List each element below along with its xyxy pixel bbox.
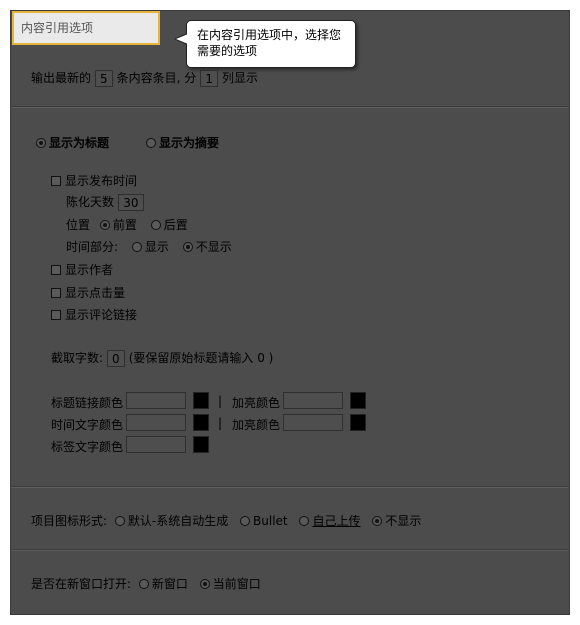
checkbox-icon [51,287,61,298]
highlight-color-swatch-2[interactable] [350,414,366,431]
radio-time-hide[interactable]: 不显示 [182,240,232,254]
highlight-color-input[interactable] [283,392,343,409]
time-show-label: 显示 [144,240,169,254]
checkbox-show-comments[interactable]: 显示评论链接 [51,306,137,323]
checkbox-icon [51,264,61,275]
divider [11,486,568,488]
tab-content-reference-options[interactable]: 内容引用选项 [12,11,160,45]
show-publish-time-label: 显示发布时间 [65,174,138,188]
radio-unselected-icon [240,515,251,526]
separator: | [218,416,223,430]
time-hide-label: 不显示 [195,240,232,254]
current-window-option-label: 当前窗口 [212,577,261,591]
radio-time-show[interactable]: 显示 [131,240,169,254]
icon-style-label: 项目图标形式: [31,514,108,528]
tag-text-color-label: 标签文字颜色 [51,440,124,454]
radio-selected-icon [99,219,110,230]
highlight-color-label: 加亮颜色 [232,396,281,410]
time-part-label: 时间部分: [66,240,119,254]
radio-selected-icon [36,137,46,148]
radio-display-title[interactable]: 显示为标题 [36,134,109,151]
radio-display-summary[interactable]: 显示为摘要 [146,134,219,151]
icon-none-label: 不显示 [385,514,422,528]
time-text-color-swatch[interactable] [193,414,209,431]
radio-selected-icon [182,241,193,252]
divider [11,549,568,551]
highlight-color-swatch[interactable] [350,392,366,409]
truncate-input[interactable]: 0 [106,350,125,367]
radio-icon-upload[interactable]: 自己上传 [299,514,360,528]
radio-unselected-icon [146,137,156,148]
radio-selected-icon [372,515,383,526]
item-count-input[interactable]: 5 [94,70,113,87]
radio-icon-default[interactable]: 默认-系统自动生成 [114,514,229,528]
highlight-color-label-2: 加亮颜色 [232,418,281,432]
divider [11,106,568,108]
output-prefix: 输出最新的 [31,71,92,85]
truncate-row: 截取字数: 0 (要保留原始标题请输入 0 ) [51,349,273,367]
output-row: 输出最新的 5 条内容条目, 分 1 列显示 [31,69,258,87]
radio-new-window[interactable]: 新窗口 [138,577,188,591]
highlight-color-input-2[interactable] [283,414,343,431]
tab-label: 内容引用选项 [21,21,94,35]
help-tooltip: 在内容引用选项中，选择您 需要的选项 [174,20,356,68]
radio-position-front[interactable]: 前置 [99,218,137,232]
position-front-label: 前置 [112,218,137,232]
title-link-color-input[interactable] [126,392,186,409]
separator: | [218,394,223,408]
aging-days-input[interactable]: 30 [117,194,144,211]
checkbox-show-clicks[interactable]: 显示点击量 [51,284,125,301]
checkbox-icon [51,309,61,320]
position-label: 位置 [66,218,91,232]
radio-unselected-icon [114,515,125,526]
radio-current-window[interactable]: 当前窗口 [199,577,261,591]
new-window-label: 是否在新窗口打开: [31,577,132,591]
radio-unselected-icon [299,515,310,526]
tag-text-color-swatch[interactable] [193,436,209,453]
new-window-option-label: 新窗口 [151,577,188,591]
title-link-color-swatch[interactable] [193,392,209,409]
checkbox-show-author[interactable]: 显示作者 [51,261,113,278]
radio-unselected-icon [138,578,149,589]
display-title-label: 显示为标题 [49,136,110,150]
icon-style-row: 项目图标形式: 默认-系统自动生成 Bullet 自己上传 不显示 [31,512,421,529]
checkbox-show-publish-time[interactable]: 显示发布时间 [51,172,137,189]
aging-days-row: 陈化天数 30 [66,193,144,211]
radio-icon-bullet[interactable]: Bullet [240,514,288,528]
new-window-row: 是否在新窗口打开: 新窗口 当前窗口 [31,575,261,592]
radio-position-back[interactable]: 后置 [150,218,188,232]
aging-days-label: 陈化天数 [66,195,115,209]
display-summary-label: 显示为摘要 [159,136,220,150]
tooltip-line-1: 在内容引用选项中，选择您 [197,28,342,42]
time-text-color-input[interactable] [126,414,186,431]
checkbox-icon [51,175,61,186]
time-text-color-label: 时间文字颜色 [51,418,124,432]
icon-upload-link[interactable]: 自己上传 [312,514,360,528]
column-count-input[interactable]: 1 [200,70,219,87]
radio-unselected-icon [131,241,142,252]
radio-icon-none[interactable]: 不显示 [372,514,421,528]
time-part-row: 时间部分: 显示 不显示 [66,238,232,255]
position-back-label: 后置 [163,218,188,232]
title-link-color-label: 标题链接颜色 [51,396,124,410]
position-row: 位置 前置 后置 [66,216,188,233]
truncate-label: 截取字数: [51,351,104,365]
truncate-hint: (要保留原始标题请输入 0 ) [128,351,274,365]
output-suffix: 列显示 [221,71,258,85]
icon-bullet-label: Bullet [253,514,288,528]
show-clicks-label: 显示点击量 [65,286,126,300]
radio-selected-icon [199,578,210,589]
output-middle: 条内容条目, 分 [116,71,197,85]
show-comments-label: 显示评论链接 [65,308,138,322]
show-author-label: 显示作者 [65,263,114,277]
icon-default-label: 默认-系统自动生成 [127,514,229,528]
tag-text-color-input[interactable] [126,436,186,453]
tooltip-line-2: 需要的选项 [197,44,258,58]
radio-unselected-icon [150,219,161,230]
